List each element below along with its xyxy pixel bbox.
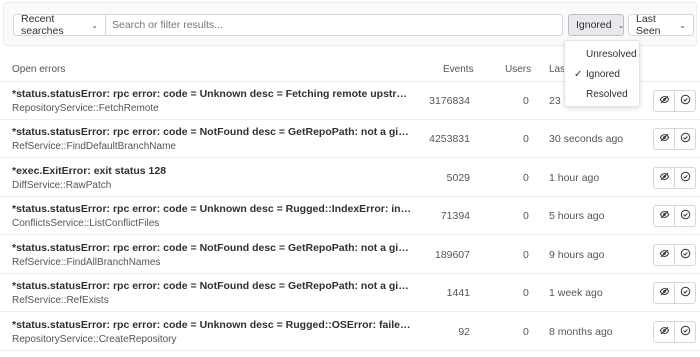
chevron-down-icon: ⌄ (617, 20, 625, 30)
table-row: *exec.ExitError: exit status 128 DiffServ… (0, 159, 700, 197)
resolve-button[interactable] (674, 206, 695, 226)
error-title-link[interactable]: *exec.ExitError: exit status 128 (12, 165, 412, 177)
unignore-button[interactable] (654, 129, 674, 149)
error-last-seen: 9 hours ago (549, 249, 605, 261)
error-events-count: 3176834 (429, 95, 470, 107)
table-row: *status.statusError: rpc error: code = N… (0, 120, 700, 158)
eye-slash-icon (659, 94, 670, 108)
error-events-count: 71394 (440, 210, 470, 222)
unignore-button[interactable] (654, 322, 674, 342)
resolve-button[interactable] (674, 91, 695, 111)
error-culprit: DiffService::RawPatch (12, 180, 112, 191)
unignore-button[interactable] (654, 283, 674, 303)
status-option-ignored[interactable]: ✓ Ignored (565, 64, 639, 84)
error-events-count: 4253831 (429, 133, 470, 145)
resolve-button[interactable] (674, 245, 695, 265)
check-circle-icon (680, 209, 691, 223)
status-option-unresolved[interactable]: Unresolved (565, 44, 639, 64)
resolve-button[interactable] (674, 129, 695, 149)
resolve-button[interactable] (674, 283, 695, 303)
unignore-button[interactable] (654, 245, 674, 265)
error-culprit: RepositoryService::FetchRemote (12, 103, 159, 114)
resolve-button[interactable] (674, 322, 695, 342)
chevron-down-icon: ⌄ (91, 20, 98, 30)
row-actions (653, 205, 696, 227)
check-circle-icon (680, 248, 691, 262)
error-users-count: 0 (523, 287, 529, 299)
error-events-count: 92 (458, 326, 470, 338)
table-row: *status.statusError: rpc error: code = U… (0, 197, 700, 235)
error-last-seen: 1 week ago (549, 287, 603, 299)
status-option-label: Unresolved (586, 48, 637, 60)
error-users-count: 0 (523, 95, 529, 107)
error-title-link[interactable]: *status.statusError: rpc error: code = N… (12, 126, 412, 138)
row-actions (653, 282, 696, 304)
error-users-count: 0 (523, 172, 529, 184)
table-row: *status.statusError: rpc error: code = N… (0, 274, 700, 312)
row-actions (653, 321, 696, 343)
recent-searches-label: Recent searches (21, 13, 64, 37)
row-actions (653, 244, 696, 266)
eye-slash-icon (659, 325, 670, 339)
check-circle-icon (680, 94, 691, 108)
status-option-resolved[interactable]: Resolved (565, 84, 639, 104)
eye-slash-icon (659, 132, 670, 146)
recent-searches-dropdown[interactable]: Recent searches ⌄ (13, 13, 106, 37)
error-title-link[interactable]: *status.statusError: rpc error: code = U… (12, 319, 412, 331)
error-culprit: RepositoryService::CreateRepository (12, 334, 177, 345)
error-events-count: 1441 (446, 287, 470, 299)
error-culprit: RefService::RefExists (12, 295, 109, 306)
sort-label: Last Seen (636, 13, 661, 37)
error-culprit: RefService::FindDefaultBranchName (12, 141, 176, 152)
error-last-seen: 30 seconds ago (549, 133, 624, 145)
row-actions (653, 128, 696, 150)
header-events: Events (443, 64, 474, 75)
chevron-down-icon: ⌄ (679, 20, 686, 30)
error-title-link[interactable]: *status.statusError: rpc error: code = N… (12, 242, 412, 254)
status-dropdown-menu: Unresolved ✓ Ignored Resolved (564, 40, 640, 107)
error-culprit: RefService::FindAllBranchNames (12, 257, 161, 268)
row-actions (653, 90, 696, 112)
error-events-count: 5029 (446, 172, 470, 184)
eye-slash-icon (659, 209, 670, 223)
status-filter-dropdown[interactable]: Ignored ⌄ (568, 14, 624, 36)
error-title-link[interactable]: *status.statusError: rpc error: code = U… (12, 88, 412, 100)
sort-dropdown[interactable]: Last Seen ⌄ (628, 13, 694, 37)
header-users: Users (505, 64, 532, 75)
eye-slash-icon (659, 248, 670, 262)
resolve-button[interactable] (674, 168, 695, 188)
header-open-errors: Open errors (12, 64, 66, 75)
error-culprit: ConflictsService::ListConflictFiles (12, 218, 160, 229)
status-option-label: Ignored (586, 68, 620, 80)
check-circle-icon (680, 286, 691, 300)
unignore-button[interactable] (654, 206, 674, 226)
check-circle-icon (680, 171, 691, 185)
unignore-button[interactable] (654, 168, 674, 188)
check-icon: ✓ (574, 68, 583, 80)
error-users-count: 0 (523, 210, 529, 222)
search-input[interactable] (106, 14, 563, 36)
error-last-seen: 8 months ago (549, 326, 613, 338)
table-row: *status.statusError: rpc error: code = U… (0, 313, 700, 351)
status-option-label: Resolved (586, 88, 628, 100)
eye-slash-icon (659, 171, 670, 185)
eye-slash-icon (659, 286, 670, 300)
check-circle-icon (680, 132, 691, 146)
error-users-count: 0 (523, 249, 529, 261)
error-last-seen: 5 hours ago (549, 210, 605, 222)
error-last-seen: 1 hour ago (549, 172, 600, 184)
error-events-count: 189607 (434, 249, 470, 261)
error-title-link[interactable]: *status.statusError: rpc error: code = N… (12, 280, 412, 292)
error-title-link[interactable]: *status.statusError: rpc error: code = U… (12, 203, 412, 215)
status-filter-label: Ignored (576, 19, 612, 31)
error-users-count: 0 (523, 133, 529, 145)
row-actions (653, 167, 696, 189)
table-row: *status.statusError: rpc error: code = N… (0, 236, 700, 274)
unignore-button[interactable] (654, 91, 674, 111)
check-circle-icon (680, 325, 691, 339)
error-users-count: 0 (523, 326, 529, 338)
